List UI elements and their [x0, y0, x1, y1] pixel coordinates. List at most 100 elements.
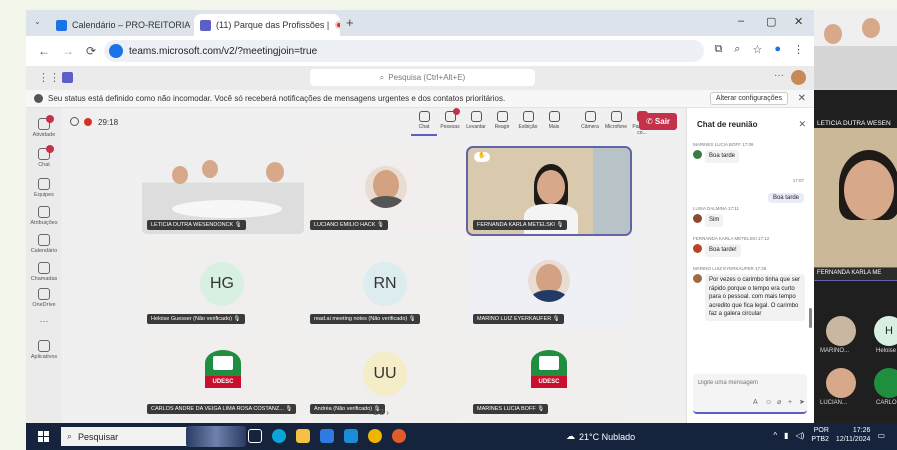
rail-calls[interactable]: Chamadas	[26, 262, 62, 282]
add-icon[interactable]: +	[788, 399, 792, 406]
video-tile[interactable]: LUCIANO EMILIO HACK 🎙	[305, 148, 467, 234]
participant-name: MARINO LUIZ EYERKAUFER 🎙	[473, 314, 564, 324]
participant-photo	[365, 166, 407, 208]
teams-more-button[interactable]: ···	[774, 70, 784, 81]
chat-scrollbar[interactable]	[809, 308, 812, 328]
address-actions: ⧉ ⌕ ☆ ● ⋮	[714, 43, 804, 56]
chat-message[interactable]: MARINO LUIZ EYERKAUFER 17:26 Por vezes o …	[693, 266, 805, 321]
task-view-icon[interactable]	[248, 429, 262, 443]
clock[interactable]: 17:26 12/11/2024	[836, 426, 871, 444]
tab-list-icon[interactable]: ⌄	[34, 17, 41, 26]
meeting-info-icon[interactable]	[70, 117, 79, 126]
control-react[interactable]: Reagir	[489, 111, 515, 130]
rail-activity[interactable]: Atividade	[26, 115, 62, 138]
close-chat-icon[interactable]: ✕	[798, 119, 806, 130]
control-chat[interactable]: Chat	[411, 111, 437, 136]
edge-icon[interactable]	[272, 429, 286, 443]
site-info-icon[interactable]	[109, 44, 123, 58]
control-people[interactable]: Pessoas	[437, 108, 463, 130]
store-icon[interactable]	[320, 429, 334, 443]
video-tile[interactable]: UDESC CARLOS ANDRE DA VEIGA LIMA ROSA COS…	[142, 332, 304, 418]
video-tile[interactable]: LETICIA DUTRA WESENDONCK 🎙	[142, 148, 304, 234]
bookmark-star-icon[interactable]: ☆	[752, 43, 762, 56]
weather-widget[interactable]: ☁ 21°C Nublado	[566, 431, 635, 442]
people-icon	[444, 108, 460, 122]
recording-indicator-icon	[84, 118, 92, 126]
secondary-meeting-view: LETICIA DUTRA WESEN FERNANDA KARLA ME MA…	[814, 10, 897, 423]
teams-logo-icon	[62, 72, 73, 83]
meeting-toolbar: 29:18 Chat Pessoas Levantar Reagir Exibição M…	[62, 108, 686, 138]
mic-muted-icon: 🎙	[376, 222, 384, 228]
video-tile[interactable]: UDESC MARINES LUCIA BOFF 🎙	[468, 332, 630, 418]
video-tile[interactable]: ✋ FERNANDA KARLA METELSKI 🎙	[466, 146, 632, 236]
rail-teams[interactable]: Equipes	[26, 178, 62, 198]
video-tile[interactable]: MARINO LUIZ EYERKAUFER 🎙	[468, 242, 630, 328]
new-tab-button[interactable]: +	[346, 15, 354, 30]
bell-icon	[38, 115, 54, 130]
rail-assignments[interactable]: Atribuições	[26, 206, 62, 226]
video-tile[interactable]: RN read.ai meeting notes (Não verificado)…	[305, 242, 467, 328]
user-avatar[interactable]	[791, 70, 806, 85]
profile-icon[interactable]: ●	[774, 43, 781, 56]
mic-muted-icon: 🎙	[285, 406, 293, 412]
browser-menu-icon[interactable]: ⋮	[793, 43, 804, 56]
tab-calendario[interactable]: Calendário – PRO-REITORIA DE ✕	[50, 14, 190, 36]
mic-muted-icon: 🎙	[408, 316, 416, 322]
rail-more[interactable]: ···	[26, 316, 62, 326]
search-icon: ⌕	[67, 431, 73, 441]
maximize-button[interactable]: ▢	[766, 15, 776, 28]
leave-button[interactable]: ✆ Sair	[639, 113, 677, 130]
control-view[interactable]: Exibição	[515, 111, 541, 130]
chrome-icon[interactable]	[368, 429, 382, 443]
show-hidden-icons-icon[interactable]: ^	[773, 431, 777, 440]
url-bar[interactable]: teams.microsoft.com/v2/?meetingjoin=true	[104, 40, 704, 62]
outlook-icon[interactable]	[344, 429, 358, 443]
close-notice-icon[interactable]: ✕	[798, 93, 806, 104]
file-explorer-icon[interactable]	[296, 429, 310, 443]
minimize-button[interactable]: –	[738, 15, 744, 27]
chat-message[interactable]: FERNANDA KARLA METELSKI 17:12 Boa tarde!	[693, 236, 805, 257]
back-icon[interactable]: ←	[38, 44, 50, 58]
notifications-icon[interactable]: ▭	[877, 431, 885, 440]
control-raise-hand[interactable]: Levantar	[463, 111, 489, 130]
teams-search[interactable]: ⌕ Pesquisa (Ctrl+Alt+E)	[310, 69, 535, 86]
emoji-icon[interactable]: ☺	[765, 399, 772, 406]
attach-icon[interactable]: ⌀	[777, 398, 781, 406]
rail-calendar[interactable]: Calendário	[26, 234, 62, 254]
message-input[interactable]	[698, 380, 798, 386]
rail-apps[interactable]: Aplicativos	[26, 340, 62, 360]
forward-icon[interactable]: →	[62, 44, 74, 58]
compose-box[interactable]: A ☺ ⌀ + ➤	[693, 374, 807, 414]
address-bar-row: ← → ⟳ teams.microsoft.com/v2/?meetingjoi…	[26, 36, 814, 66]
side-speaker-video	[814, 128, 897, 268]
close-window-button[interactable]: ✕	[794, 15, 803, 28]
chat-message-mine[interactable]: 17:07 Boa tarde	[767, 178, 804, 204]
meeting-chat-panel: Chat de reunião ✕ MARINES LUCIA BOFF 17:…	[686, 108, 814, 423]
rail-onedrive[interactable]: OneDrive	[26, 288, 62, 308]
change-settings-button[interactable]: Alterar configurações	[709, 92, 788, 105]
chat-message[interactable]: MARINES LUCIA BOFF 17:06 Boa tarde	[693, 142, 805, 163]
video-tile[interactable]: UU Andréa (Não verificado) 🎙	[305, 332, 467, 418]
volume-icon[interactable]: ◁)	[796, 431, 805, 440]
windows-start-icon[interactable]	[38, 431, 49, 442]
control-camera[interactable]: Câmera	[577, 111, 603, 130]
install-app-icon[interactable]: ⧉	[714, 43, 722, 56]
video-tile[interactable]: HG Heloise Guesser (Não verificado) 🎙	[142, 242, 304, 328]
participant-name: CARLOS ANDRE DA VEIGA LIMA ROSA COSTANZ.…	[147, 404, 297, 414]
format-icon[interactable]: A	[753, 399, 758, 406]
chat-message[interactable]: LUISA DALMINA 17:11 Sim	[693, 206, 805, 227]
reload-icon[interactable]: ⟳	[86, 44, 96, 58]
zoom-icon[interactable]: ⌕	[734, 43, 740, 56]
teams-icon	[200, 19, 211, 31]
send-icon[interactable]: ➤	[799, 398, 805, 406]
control-more[interactable]: Mais	[541, 111, 567, 130]
rail-chat[interactable]: Chat	[26, 145, 62, 168]
tab-teams-meeting[interactable]: (11) Parque das Profissões | ✕	[194, 14, 340, 36]
gallery-pager[interactable]: ‹ 1/2 ›	[368, 408, 389, 417]
network-icon[interactable]: ▮	[784, 431, 788, 440]
language-indicator[interactable]: POR PTB2	[811, 426, 829, 444]
app-icon[interactable]	[392, 429, 406, 443]
control-microphone[interactable]: Microfone	[603, 111, 629, 130]
mic-muted-icon: 🎙	[556, 222, 564, 228]
mic-muted-icon: 🎙	[233, 316, 241, 322]
